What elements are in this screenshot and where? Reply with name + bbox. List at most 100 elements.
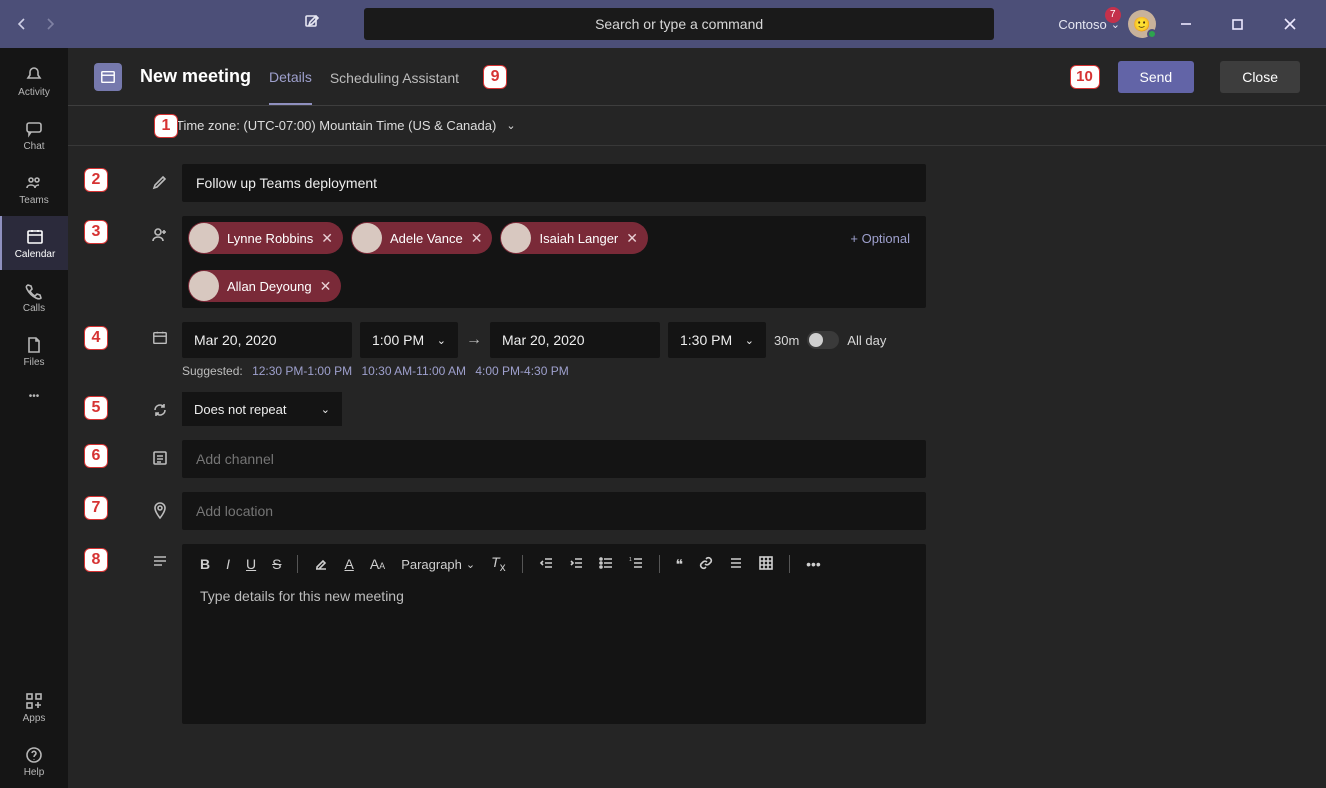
- start-date-input[interactable]: Mar 20, 2020: [182, 322, 352, 358]
- bold-button[interactable]: B: [200, 556, 210, 572]
- annotation-10: 10: [1070, 65, 1100, 89]
- compose-icon[interactable]: [304, 14, 320, 35]
- quote-button[interactable]: ❝: [676, 556, 684, 573]
- more-icon: •••: [24, 386, 44, 406]
- underline-button[interactable]: U: [246, 556, 256, 572]
- outdent-button[interactable]: [539, 556, 553, 573]
- svg-text:1: 1: [629, 557, 632, 563]
- timezone-selector[interactable]: 1 Time zone: (UTC-07:00) Mountain Time (…: [68, 106, 1326, 146]
- end-time-value: 1:30 PM: [680, 332, 732, 348]
- clock-icon: [138, 322, 182, 346]
- tab-details[interactable]: Details: [269, 69, 312, 105]
- editor-toolbar: B I U S A AA Paragraph⌄ Tx: [182, 544, 926, 584]
- search-input[interactable]: Search or type a command: [364, 8, 994, 40]
- rail-apps[interactable]: Apps: [0, 680, 68, 734]
- end-time-input[interactable]: 1:30 PM ⌄: [668, 322, 766, 358]
- description-textarea[interactable]: Type details for this new meeting: [182, 584, 926, 724]
- rail-more[interactable]: •••: [0, 378, 68, 414]
- bell-icon: [24, 65, 44, 85]
- repeat-select[interactable]: Does not repeat⌄: [182, 392, 342, 426]
- rail-label: Calendar: [15, 249, 56, 260]
- clear-format-button[interactable]: Tx: [491, 554, 505, 574]
- attendee-name: Allan Deyoung: [227, 279, 312, 294]
- highlight-button[interactable]: [314, 556, 328, 573]
- italic-button[interactable]: I: [226, 556, 230, 572]
- chat-icon: [24, 119, 44, 139]
- user-avatar[interactable]: 🙂: [1128, 10, 1156, 38]
- rail-label: Teams: [19, 195, 48, 206]
- numbered-list-button[interactable]: 1: [629, 556, 643, 573]
- apps-icon: [24, 691, 44, 711]
- add-people-icon: [138, 216, 182, 244]
- duration-label: 30m: [774, 333, 799, 348]
- link-button[interactable]: [699, 556, 713, 573]
- window-minimize[interactable]: [1164, 9, 1208, 39]
- rail-teams[interactable]: Teams: [0, 162, 68, 216]
- rail-label: Calls: [23, 303, 45, 314]
- add-optional-link[interactable]: + Optional: [850, 231, 920, 246]
- attendee-chip[interactable]: Allan Deyoung ✕: [188, 270, 341, 302]
- annotation-8: 8: [84, 548, 108, 572]
- presence-available-icon: [1147, 29, 1157, 39]
- avatar-icon: [352, 223, 382, 253]
- remove-icon[interactable]: ✕: [626, 230, 638, 247]
- font-size-button[interactable]: AA: [370, 556, 385, 572]
- org-switcher[interactable]: Contoso ⌄: [1058, 17, 1120, 32]
- window-maximize[interactable]: [1216, 9, 1260, 39]
- meeting-header: New meeting Details Scheduling Assistant…: [68, 48, 1326, 106]
- pencil-icon: [138, 164, 182, 190]
- remove-icon[interactable]: ✕: [471, 230, 483, 247]
- help-icon: [24, 745, 44, 765]
- location-input[interactable]: [182, 492, 926, 530]
- remove-icon[interactable]: ✕: [321, 230, 333, 247]
- rail-activity[interactable]: Activity: [0, 54, 68, 108]
- rail-chat[interactable]: Chat: [0, 108, 68, 162]
- suggested-times: Suggested: 12:30 PM-1:00 PM 10:30 AM-11:…: [182, 364, 1306, 378]
- forward-button[interactable]: [36, 10, 64, 38]
- more-formatting-button[interactable]: •••: [806, 556, 821, 572]
- hr-button[interactable]: [729, 556, 743, 573]
- chevron-down-icon: ⌄: [321, 403, 330, 416]
- suggested-time-link[interactable]: 12:30 PM-1:00 PM: [252, 364, 352, 378]
- rail-label: Files: [23, 357, 44, 368]
- indent-button[interactable]: [569, 556, 583, 573]
- rail-help[interactable]: Help: [0, 734, 68, 788]
- send-button[interactable]: Send: [1118, 61, 1195, 93]
- tab-scheduling-assistant[interactable]: Scheduling Assistant: [330, 70, 459, 104]
- rail-files[interactable]: Files: [0, 324, 68, 378]
- back-button[interactable]: [8, 10, 36, 38]
- attendee-name: Isaiah Langer: [539, 231, 618, 246]
- bulleted-list-button[interactable]: [599, 556, 613, 573]
- attendees-field[interactable]: Lynne Robbins ✕ Adele Vance✕ Isaiah Lange…: [182, 216, 926, 308]
- annotation-9: 9: [483, 65, 507, 89]
- start-time-input[interactable]: 1:00 PM ⌄: [360, 322, 458, 358]
- chevron-down-icon: ⌄: [745, 334, 754, 347]
- attendee-chip[interactable]: Lynne Robbins ✕: [188, 222, 343, 254]
- suggested-time-link[interactable]: 10:30 AM-11:00 AM: [361, 364, 466, 378]
- rail-calls[interactable]: Calls: [0, 270, 68, 324]
- channel-input[interactable]: [182, 440, 926, 478]
- arrow-right-icon: →: [466, 331, 482, 349]
- meeting-title-input[interactable]: [182, 164, 926, 202]
- attendee-chip[interactable]: Adele Vance✕: [351, 222, 493, 254]
- font-color-button[interactable]: A: [344, 556, 353, 572]
- app-rail: Activity Chat Teams Calendar Calls Files…: [0, 48, 68, 788]
- chevron-down-icon: ⌄: [466, 558, 475, 571]
- end-date-input[interactable]: Mar 20, 2020: [490, 322, 660, 358]
- remove-icon[interactable]: ✕: [320, 278, 332, 295]
- table-button[interactable]: [759, 556, 773, 573]
- main-panel: New meeting Details Scheduling Assistant…: [68, 48, 1326, 788]
- allday-toggle[interactable]: [807, 331, 839, 349]
- attendee-chip[interactable]: Isaiah Langer ✕: [500, 222, 648, 254]
- annotation-5: 5: [84, 396, 108, 420]
- attendee-name: Lynne Robbins: [227, 231, 313, 246]
- suggested-time-link[interactable]: 4:00 PM-4:30 PM: [475, 364, 568, 378]
- window-close[interactable]: [1268, 9, 1312, 39]
- org-name: Contoso: [1058, 17, 1106, 32]
- start-time-value: 1:00 PM: [372, 332, 424, 348]
- strike-button[interactable]: S: [272, 556, 281, 572]
- close-button[interactable]: Close: [1220, 61, 1300, 93]
- chevron-down-icon: ⌄: [437, 334, 446, 347]
- rail-calendar[interactable]: Calendar: [0, 216, 68, 270]
- paragraph-select[interactable]: Paragraph⌄: [401, 557, 475, 572]
